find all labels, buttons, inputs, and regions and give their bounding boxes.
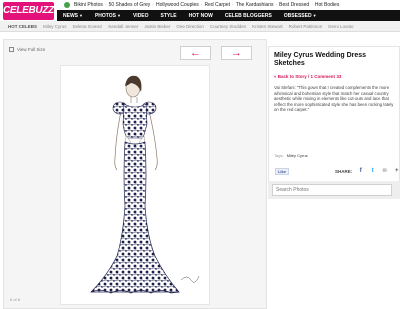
trending-link-best-dressed[interactable]: Best Dressed — [279, 2, 309, 8]
celeb-link[interactable]: Justin Bieber — [144, 24, 170, 29]
celeb-link[interactable]: Miley Cyrus — [43, 24, 67, 29]
trending-list: Bikini Photos · 50 Shades of Grey · Hollyw… — [64, 0, 341, 10]
prev-photo-button[interactable]: ← — [180, 46, 211, 60]
nav-obsessed[interactable]: OBSESSED ▼ — [278, 13, 323, 19]
celeb-link[interactable]: Kristen Stewart — [252, 24, 283, 29]
tags-row: Tags: Miley Cyrus — [274, 153, 308, 158]
main-nav: NEWS ▼ PHOTOS ▼ VIDEO STYLE HOT NOW CELEB … — [57, 10, 400, 21]
trending-link-kardashians[interactable]: The Kardashians — [236, 2, 274, 8]
trending-icon — [64, 2, 70, 8]
photo-counter: 8 of 8 — [10, 297, 21, 302]
gallery-photo[interactable] — [60, 65, 210, 305]
article-info-box: Miley Cyrus Wedding Dress Sketches « Bac… — [268, 46, 400, 186]
article-links: « Back to Story / 1 Comment 33 — [274, 74, 342, 79]
comments-link[interactable]: 1 Comment — [311, 74, 336, 79]
article-title: Miley Cyrus Wedding Dress Sketches — [274, 52, 367, 67]
tag-link[interactable]: Miley Cyrus — [287, 153, 308, 158]
more-share-icon[interactable]: + — [393, 168, 400, 175]
expand-icon — [9, 47, 14, 52]
trending-link-bikini[interactable]: Bikini Photos — [74, 2, 103, 8]
trending-link-red-carpet[interactable]: Red Carpet — [204, 2, 230, 8]
celeb-link[interactable]: Courtney Stodden — [210, 24, 246, 29]
trending-link-hot-bodies[interactable]: Hot Bodies — [315, 2, 339, 8]
facebook-icon[interactable]: f — [357, 168, 364, 175]
dress-sketch-image — [90, 75, 200, 294]
celeb-link[interactable]: One Direction — [176, 24, 204, 29]
nav-style[interactable]: STYLE — [155, 13, 183, 19]
nav-hot-now[interactable]: HOT NOW — [183, 13, 219, 19]
top-trending-bar: Bikini Photos · 50 Shades of Grey · Hollyw… — [0, 0, 400, 10]
article-sidebar: Miley Cyrus Wedding Dress Sketches « Bac… — [268, 39, 400, 309]
next-photo-button[interactable]: → — [221, 46, 252, 60]
hot-celebs-label: HOT CELEBS — [8, 23, 38, 29]
chevron-down-icon: ▼ — [79, 13, 83, 18]
view-full-size-link[interactable]: View Full Size — [9, 47, 45, 52]
arrow-left-icon: ← — [190, 46, 201, 59]
celeb-link[interactable]: Kendall Jenner — [108, 24, 138, 29]
site-logo[interactable]: CELEBUZZ! — [3, 2, 57, 20]
hot-celebs-bar: HOT CELEBS Miley Cyrus Selena Gomez Kend… — [0, 21, 400, 32]
trending-link-hollywood-couples[interactable]: Hollywood Couples — [156, 2, 199, 8]
search-area — [268, 181, 400, 199]
share-label: SHARE: — [335, 168, 353, 174]
chevron-down-icon: ▼ — [117, 13, 121, 18]
gallery-nav: ← → — [180, 46, 262, 60]
photo-caption: Vai Stefani: "This gown that I created c… — [274, 85, 394, 113]
celeb-link[interactable]: Selena Gomez — [73, 24, 103, 29]
comment-count[interactable]: 33 — [336, 74, 341, 79]
nav-video[interactable]: VIDEO — [127, 13, 155, 19]
photo-viewer: View Full Size ← → 8 of 8 — [3, 39, 267, 309]
facebook-like-button[interactable]: Like — [275, 167, 289, 175]
back-to-story-link[interactable]: « Back to Story — [274, 74, 307, 79]
trending-link-50-shades[interactable]: 50 Shades of Grey — [109, 2, 151, 8]
nav-celeb-bloggers[interactable]: CELEB BLOGGERS — [219, 13, 278, 19]
celeb-link[interactable]: Demi Lovato — [328, 24, 353, 29]
email-icon[interactable]: ✉ — [381, 168, 388, 175]
celeb-link[interactable]: Robert Pattinson — [289, 24, 323, 29]
twitter-icon[interactable]: t — [369, 168, 376, 175]
tags-label: Tags: — [274, 153, 284, 158]
chevron-down-icon: ▼ — [312, 13, 317, 18]
share-bar: Like SHARE: f t ✉ + — [269, 164, 400, 178]
nav-photos[interactable]: PHOTOS ▼ — [89, 13, 127, 19]
nav-news[interactable]: NEWS ▼ — [57, 13, 89, 19]
arrow-right-icon: → — [231, 46, 242, 59]
search-photos-input[interactable] — [272, 184, 392, 196]
